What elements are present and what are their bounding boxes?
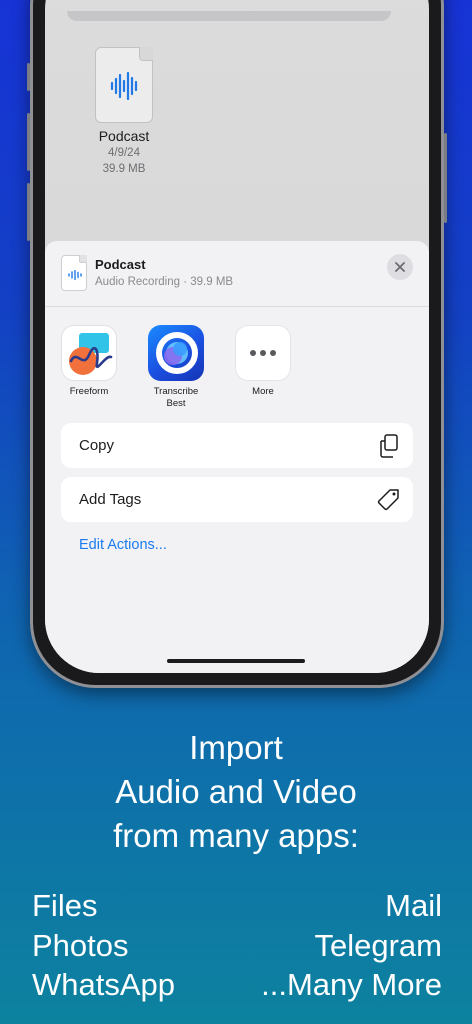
app-label-freeform: Freeform [69, 386, 109, 397]
home-indicator [167, 659, 305, 663]
app-more[interactable]: More [227, 325, 299, 398]
ellipsis-icon [235, 325, 291, 381]
phone-screen: Podcast 4/9/24 39.9 MB Podcast Audio Rec… [45, 0, 429, 673]
source-whatsapp: WhatsApp [32, 967, 176, 1002]
file-size: 39.9 MB [102, 163, 146, 175]
promo-headline: Import Audio and Video from many apps: [0, 726, 472, 858]
power-button [444, 133, 447, 223]
share-sheet-title: Podcast [95, 257, 146, 272]
freeform-icon [61, 325, 117, 381]
source-photos: Photos [32, 927, 129, 963]
transcribe-icon [148, 325, 204, 381]
app-label-transcribe-best: Transcribe Best [153, 386, 199, 409]
copy-label: Copy [79, 437, 115, 454]
app-transcribe-best[interactable]: Transcribe Best [140, 325, 212, 410]
headline-line-3: from many apps: [113, 817, 359, 854]
file-preview-icon [61, 255, 87, 291]
waveform-icon [110, 72, 138, 100]
audio-file-thumbnail[interactable] [95, 47, 153, 123]
share-sheet-subtitle: Audio Recording · 39.9 MB [95, 276, 234, 288]
add-tags-label: Add Tags [79, 491, 142, 508]
app-freeform[interactable]: Freeform [53, 325, 125, 398]
headline-line-1: Import [189, 729, 283, 766]
volume-down-button [27, 183, 30, 241]
sources-left-list: Files Photos WhatsApp [32, 886, 175, 1005]
mute-switch [27, 63, 30, 91]
volume-up-button [27, 113, 30, 171]
file-name: Podcast [98, 128, 150, 144]
add-tags-action[interactable]: Add Tags [61, 477, 413, 522]
tag-icon [377, 488, 399, 510]
phone-frame: Podcast 4/9/24 39.9 MB Podcast Audio Rec… [27, 0, 447, 688]
source-many-more: ...Many More [261, 967, 442, 1002]
edit-actions-link[interactable]: Edit Actions... [79, 537, 167, 553]
headline-line-2: Audio and Video [115, 773, 357, 810]
source-files: Files [32, 888, 98, 923]
app-label-more: More [252, 386, 274, 397]
source-mail: Mail [385, 888, 442, 923]
sources-right-list: Mail Telegram ...Many More [261, 886, 442, 1005]
file-date: 4/9/24 [108, 147, 140, 159]
close-button[interactable] [387, 254, 413, 280]
share-sheet-header: Podcast Audio Recording · 39.9 MB [45, 241, 429, 307]
top-bar [67, 11, 391, 21]
copy-action[interactable]: Copy [61, 423, 413, 468]
copy-icon [380, 433, 398, 458]
close-icon [395, 262, 405, 272]
share-sheet: Podcast Audio Recording · 39.9 MB Freefo… [45, 241, 429, 673]
source-telegram: Telegram [314, 927, 443, 963]
